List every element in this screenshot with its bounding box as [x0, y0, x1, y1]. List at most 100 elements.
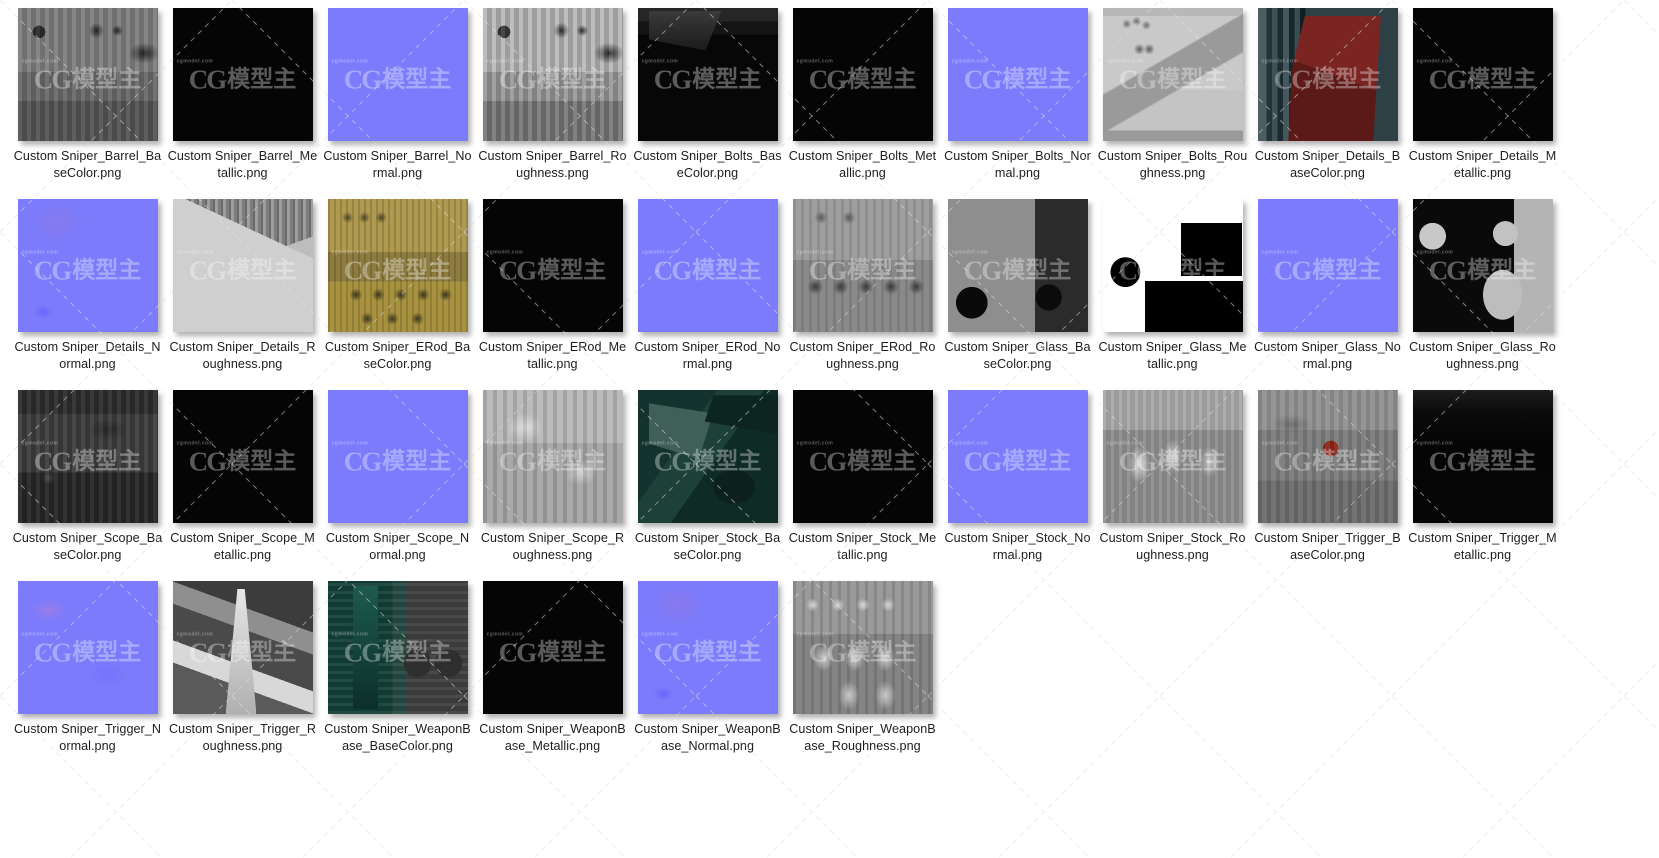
file-thumbnail[interactable]: CG cgmodel.com 模型主	[1412, 199, 1553, 332]
file-label-prefix: Custom	[634, 340, 679, 354]
file-label: Custom Sniper_Details_Metallic.png	[1408, 148, 1558, 181]
file-thumbnail[interactable]: CG cgmodel.com 模型主	[792, 199, 933, 332]
file-label-prefix: Custom	[1254, 531, 1299, 545]
file-item[interactable]: CG cgmodel.com 模型主 Custom Sniper_Details_Ba…	[1250, 8, 1405, 199]
file-item[interactable]: CG cgmodel.com 模型主 Custom Sniper_Stock_Roug…	[1095, 390, 1250, 581]
file-label: Custom Sniper_Stock_Roughness.png	[1098, 530, 1248, 563]
file-thumbnail[interactable]: CG cgmodel.com 模型主	[1102, 199, 1243, 332]
file-item[interactable]: CG cgmodel.com 模型主 Custom Sniper_Details_Me…	[1405, 8, 1560, 199]
file-thumbnail[interactable]: CG cgmodel.com 模型主	[17, 8, 158, 141]
file-label-prefix: Custom	[325, 531, 370, 545]
file-thumbnail[interactable]: CG cgmodel.com 模型主	[482, 199, 623, 332]
file-item[interactable]: CG cgmodel.com 模型主 Custom Sniper_Stock_Norm…	[940, 390, 1095, 581]
file-thumbnail[interactable]: CG cgmodel.com 模型主	[637, 581, 778, 714]
file-item[interactable]: CG cgmodel.com 模型主 Custom Sniper_WeaponBase…	[630, 581, 785, 772]
file-label-prefix: Custom	[324, 340, 369, 354]
file-thumbnail[interactable]: CG cgmodel.com 模型主	[172, 8, 313, 141]
file-label: Custom Sniper_Trigger_Metallic.png	[1408, 530, 1558, 563]
file-item[interactable]: CG cgmodel.com 模型主 Custom Sniper_Bolts_Roug…	[1095, 8, 1250, 199]
file-thumbnail[interactable]: CG cgmodel.com 模型主	[327, 199, 468, 332]
file-item[interactable]: CG cgmodel.com 模型主 Custom Sniper_Stock_Meta…	[785, 390, 940, 581]
file-item[interactable]: CG cgmodel.com 模型主 Custom Sniper_Scope_Roug…	[475, 390, 630, 581]
file-thumbnail[interactable]: CG cgmodel.com 模型主	[172, 199, 313, 332]
file-item[interactable]: CG cgmodel.com 模型主 Custom Sniper_Bolts_Norm…	[940, 8, 1095, 199]
file-thumbnail[interactable]: CG cgmodel.com 模型主	[327, 390, 468, 523]
file-label: Custom Sniper_Bolts_Roughness.png	[1098, 148, 1248, 181]
file-item[interactable]: CG cgmodel.com 模型主 Custom Sniper_Trigger_No…	[10, 581, 165, 772]
file-thumbnail[interactable]: CG cgmodel.com 模型主	[17, 199, 158, 332]
file-item[interactable]: CG cgmodel.com 模型主 Custom Sniper_Scope_Norm…	[320, 390, 475, 581]
file-label: Custom Sniper_Bolts_Metallic.png	[788, 148, 938, 181]
file-item[interactable]: CG cgmodel.com 模型主 Custom Sniper_Barrel_Nor…	[320, 8, 475, 199]
file-label: Custom Sniper_Details_BaseColor.png	[1253, 148, 1403, 181]
file-item[interactable]: CG cgmodel.com 模型主 Custom Sniper_Trigger_Ro…	[165, 581, 320, 772]
file-label: Custom Sniper_Stock_Normal.png	[943, 530, 1093, 563]
file-thumbnail[interactable]: CG cgmodel.com 模型主	[1412, 8, 1553, 141]
file-thumbnail[interactable]: CG cgmodel.com 模型主	[947, 390, 1088, 523]
file-item[interactable]: CG cgmodel.com 模型主 Custom Sniper_Trigger_Ba…	[1250, 390, 1405, 581]
file-thumbnail[interactable]: CG cgmodel.com 模型主	[327, 581, 468, 714]
file-item[interactable]: CG cgmodel.com 模型主 Custom Sniper_Scope_Meta…	[165, 390, 320, 581]
file-item[interactable]: CG cgmodel.com 模型主 Custom Sniper_Trigger_Me…	[1405, 390, 1560, 581]
file-thumbnail[interactable]: CG cgmodel.com 模型主	[17, 390, 158, 523]
file-thumbnail[interactable]: CG cgmodel.com 模型主	[1257, 8, 1398, 141]
file-thumbnail[interactable]: CG cgmodel.com 模型主	[172, 390, 313, 523]
file-label-prefix: Custom	[14, 722, 58, 736]
file-item[interactable]: CG cgmodel.com 模型主 Custom Sniper_Glass_Norm…	[1250, 199, 1405, 390]
file-label-name: Sniper_Scope_Roughness.png	[512, 531, 625, 562]
file-thumbnail[interactable]: CG cgmodel.com 模型主	[792, 390, 933, 523]
file-thumbnail[interactable]: CG cgmodel.com 模型主	[1257, 199, 1398, 332]
file-thumbnail[interactable]: CG cgmodel.com 模型主	[792, 581, 933, 714]
texture-preview-image	[1412, 199, 1553, 332]
file-item[interactable]: CG cgmodel.com 模型主 Custom Sniper_ERod_BaseC…	[320, 199, 475, 390]
file-item[interactable]: CG cgmodel.com 模型主 Custom Sniper_Scope_Base…	[10, 390, 165, 581]
file-item[interactable]: CG cgmodel.com 模型主 Custom Sniper_Details_No…	[10, 199, 165, 390]
file-label-prefix: Custom	[169, 722, 213, 736]
file-thumbnail[interactable]: CG cgmodel.com 模型主	[1257, 390, 1398, 523]
file-item[interactable]: CG cgmodel.com 模型主 Custom Sniper_Bolts_Base…	[630, 8, 785, 199]
file-thumbnail[interactable]: CG cgmodel.com 模型主	[792, 8, 933, 141]
file-thumbnail[interactable]: CG cgmodel.com 模型主	[637, 390, 778, 523]
file-item[interactable]: CG cgmodel.com 模型主 Custom Sniper_Barrel_Bas…	[10, 8, 165, 199]
file-item[interactable]: CG cgmodel.com 模型主 Custom Sniper_ERod_Norma…	[630, 199, 785, 390]
file-item[interactable]: CG cgmodel.com 模型主 Custom Sniper_Barrel_Met…	[165, 8, 320, 199]
file-thumbnail[interactable]: CG cgmodel.com 模型主	[947, 199, 1088, 332]
texture-preview-image	[1102, 390, 1243, 523]
file-thumbnail[interactable]: CG cgmodel.com 模型主	[482, 390, 623, 523]
file-item[interactable]: CG cgmodel.com 模型主 Custom Sniper_Glass_Meta…	[1095, 199, 1250, 390]
file-label-name: Sniper_Stock_Normal.png	[991, 531, 1091, 562]
file-item[interactable]: CG cgmodel.com 模型主 Custom Sniper_WeaponBase…	[475, 581, 630, 772]
file-label-name: Sniper_Trigger_Metallic.png	[1453, 531, 1557, 562]
file-item[interactable]: CG cgmodel.com 模型主 Custom Sniper_Glass_Base…	[940, 199, 1095, 390]
file-item[interactable]: CG cgmodel.com 模型主 Custom Sniper_Glass_Roug…	[1405, 199, 1560, 390]
file-thumbnail[interactable]: CG cgmodel.com 模型主	[947, 8, 1088, 141]
file-item[interactable]: CG cgmodel.com 模型主 Custom Sniper_ERod_Metal…	[475, 199, 630, 390]
file-thumbnail[interactable]: CG cgmodel.com 模型主	[17, 581, 158, 714]
texture-preview-image	[637, 390, 778, 523]
file-thumbnail[interactable]: CG cgmodel.com 模型主	[637, 8, 778, 141]
file-label-name: Sniper_Bolts_Normal.png	[991, 149, 1091, 180]
file-thumbnail[interactable]: CG cgmodel.com 模型主	[1102, 8, 1243, 141]
file-label-name: Sniper_Scope_Metallic.png	[213, 531, 315, 562]
file-item[interactable]: CG cgmodel.com 模型主 Custom Sniper_Details_Ro…	[165, 199, 320, 390]
file-thumbnail[interactable]: CG cgmodel.com 模型主	[172, 581, 313, 714]
file-item[interactable]: CG cgmodel.com 模型主 Custom Sniper_WeaponBase…	[320, 581, 475, 772]
file-thumbnail-grid[interactable]: CG cgmodel.com 模型主 Custom Sniper_Barrel_Bas…	[0, 0, 1659, 858]
file-label: Custom Sniper_ERod_Roughness.png	[788, 339, 938, 372]
file-label-prefix: Custom	[169, 340, 214, 354]
file-item[interactable]: CG cgmodel.com 模型主 Custom Sniper_Stock_Base…	[630, 390, 785, 581]
file-thumbnail[interactable]: CG cgmodel.com 模型主	[327, 8, 468, 141]
file-label-name: Sniper_Barrel_Roughness.png	[516, 149, 627, 180]
file-label-prefix: Custom	[788, 149, 833, 163]
file-label-name: Sniper_Details_Roughness.png	[202, 340, 316, 371]
file-thumbnail[interactable]: CG cgmodel.com 模型主	[482, 581, 623, 714]
file-thumbnail[interactable]: CG cgmodel.com 模型主	[637, 199, 778, 332]
file-item[interactable]: CG cgmodel.com 模型主 Custom Sniper_ERod_Rough…	[785, 199, 940, 390]
file-item[interactable]: CG cgmodel.com 模型主 Custom Sniper_Barrel_Rou…	[475, 8, 630, 199]
file-thumbnail[interactable]: CG cgmodel.com 模型主	[1102, 390, 1243, 523]
texture-preview-image	[1412, 390, 1553, 523]
file-item[interactable]: CG cgmodel.com 模型主 Custom Sniper_Bolts_Meta…	[785, 8, 940, 199]
file-thumbnail[interactable]: CG cgmodel.com 模型主	[1412, 390, 1553, 523]
file-thumbnail[interactable]: CG cgmodel.com 模型主	[482, 8, 623, 141]
file-item[interactable]: CG cgmodel.com 模型主 Custom Sniper_WeaponBase…	[785, 581, 940, 772]
